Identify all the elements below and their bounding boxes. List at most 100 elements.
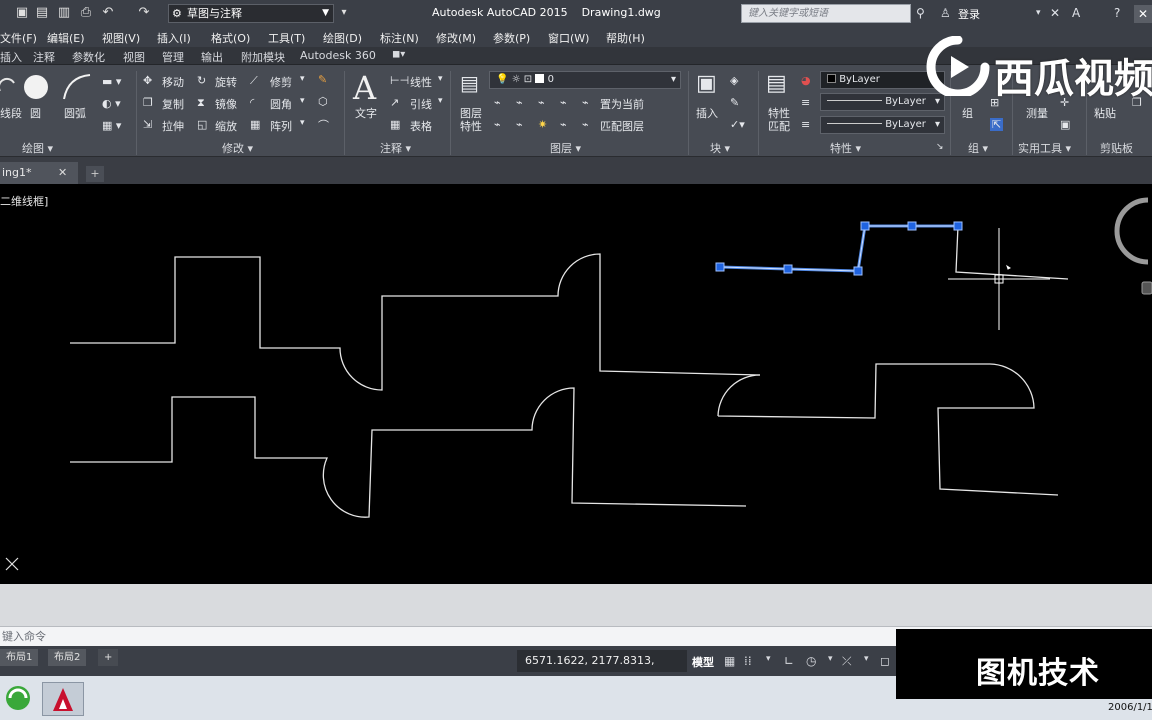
paste-label[interactable]: 粘贴 [1094, 105, 1116, 121]
chevron-down-icon[interactable]: ▾ [828, 654, 833, 664]
model-space-button[interactable]: 模型 [692, 654, 714, 670]
set-current-button[interactable]: 置为当前 [600, 96, 644, 112]
modify-rotate-button[interactable]: 旋转 [215, 74, 237, 90]
menu-dimension[interactable]: 标注(N) [380, 30, 419, 46]
menu-insert[interactable]: 插入(I) [157, 30, 191, 46]
polyline-icon[interactable] [0, 75, 18, 97]
measure-label[interactable]: 测量 [1026, 105, 1048, 121]
tab-layout1[interactable]: 布局1 [0, 649, 39, 666]
autodesk-a360-icon[interactable]: A [1072, 5, 1080, 21]
annotation-table-button[interactable]: 表格 [410, 118, 432, 134]
layer-freeze-icon[interactable]: ⌁ [538, 96, 545, 109]
menu-draw[interactable]: 绘图(D) [323, 30, 362, 46]
panel-title-block[interactable]: 块 ▾ [710, 140, 730, 156]
layer-dropdown[interactable]: 💡 ☼ ⊡ 0 ▾ [489, 71, 681, 89]
panel-title-modify[interactable]: 修改 ▾ [222, 140, 253, 156]
erase-icon[interactable]: ✎ [318, 73, 327, 86]
modify-fillet-button[interactable]: 圆角 [270, 96, 292, 112]
save-icon[interactable]: ▤ [34, 5, 50, 21]
panel-title-draw[interactable]: 绘图 ▾ [22, 140, 53, 156]
object-snap-icon[interactable]: ◻ [880, 654, 890, 668]
tab-view[interactable]: 视图 [123, 49, 145, 65]
modify-trim-button[interactable]: 修剪 [270, 74, 292, 90]
browser-icon[interactable] [4, 684, 32, 712]
layer-unisolate-icon[interactable]: ⌁ [516, 118, 523, 131]
layer-lock-icon[interactable]: ⌁ [560, 96, 567, 109]
annotation-linear-button[interactable]: 线性 [410, 74, 432, 90]
tab-parametric[interactable]: 参数化 [72, 49, 105, 65]
ortho-icon[interactable]: ∟ [784, 654, 794, 668]
workspace-dropdown[interactable]: ⚙ 草图与注释 ▼ [168, 4, 334, 23]
chevron-down-icon[interactable]: ▾ [438, 74, 443, 84]
polar-icon[interactable]: ◷ [806, 654, 816, 668]
chevron-down-icon[interactable]: ▾ [300, 74, 305, 84]
panel-title-groups[interactable]: 组 ▾ [968, 140, 988, 156]
selected-polyline[interactable] [715, 221, 963, 276]
menu-edit[interactable]: 编辑(E) [47, 30, 85, 46]
tab-drawing1[interactable]: ing1* ✕ [0, 162, 78, 184]
insert-block-icon[interactable]: ▣ [696, 71, 717, 96]
panel-title-annotation[interactable]: 注释 ▾ [380, 140, 411, 156]
drawing-canvas[interactable] [0, 184, 1152, 584]
tab-manage[interactable]: 管理 [162, 49, 184, 65]
grid-icon[interactable]: ▦ [724, 654, 735, 668]
modify-scale-button[interactable]: 缩放 [215, 118, 237, 134]
menu-tools[interactable]: 工具(T) [268, 30, 305, 46]
new-file-icon[interactable]: ▣ [14, 5, 30, 21]
panel-title-properties[interactable]: 特性 ▾ [830, 140, 861, 156]
tab-insert[interactable]: 插入 [0, 49, 22, 65]
customize-toolbar-icon[interactable]: ▾ [336, 5, 352, 21]
menu-format[interactable]: 格式(O) [211, 30, 250, 46]
menu-help[interactable]: 帮助(H) [606, 30, 645, 46]
edit-block-icon[interactable]: ✎ [730, 96, 739, 109]
window-close-button[interactable]: ✕ [1134, 5, 1152, 23]
panel-title-clipboard[interactable]: 剪贴板 [1100, 140, 1133, 156]
menu-file[interactable]: 文件(F) [0, 30, 37, 46]
menu-view[interactable]: 视图(V) [102, 30, 140, 46]
viewport-style-label[interactable]: 二维线框] [0, 193, 48, 209]
close-icon[interactable]: ✕ [58, 162, 67, 184]
print-icon[interactable]: ⎙ [78, 5, 94, 21]
text-icon[interactable]: A [353, 69, 376, 107]
calculator-icon[interactable]: ▣ [1060, 118, 1070, 131]
tab-output[interactable]: 输出 [201, 49, 223, 65]
tab-addins[interactable]: 附加模块 [241, 49, 285, 65]
region-icon[interactable]: ▦ ▾ [102, 119, 121, 132]
modify-array-button[interactable]: 阵列 [270, 118, 292, 134]
chevron-down-icon[interactable]: ▾ [300, 118, 305, 128]
search-input[interactable]: 键入关键字或短语 [741, 4, 911, 23]
block-attribute-icon[interactable]: ✓▾ [730, 118, 745, 131]
tab-layout2[interactable]: 布局2 [48, 649, 87, 666]
panel-title-utilities[interactable]: 实用工具 ▾ [1018, 140, 1071, 156]
coordinates-readout[interactable]: 6571.1622, 2177.8313, 0.0000 [517, 650, 687, 689]
modify-copy-button[interactable]: 复制 [162, 96, 184, 112]
circle-icon[interactable] [22, 73, 50, 101]
group-label[interactable]: 组 [962, 105, 973, 121]
match-layer-button[interactable]: 匹配图层 [600, 118, 644, 134]
create-block-icon[interactable]: ◈ [730, 74, 738, 87]
help-icon[interactable]: ? [1114, 5, 1120, 21]
layer-thaw-icon[interactable]: ✷ [538, 118, 547, 131]
panel-title-layers[interactable]: 图层 ▾ [550, 140, 581, 156]
tab-autodesk-360[interactable]: Autodesk 360 [300, 49, 376, 62]
chevron-down-icon[interactable]: ▾ [1036, 5, 1041, 21]
modify-move-button[interactable]: 移动 [162, 74, 184, 90]
menu-window[interactable]: 窗口(W) [548, 30, 589, 46]
object-snap-tracking-icon[interactable]: ⤫ [842, 654, 852, 669]
add-layout-button[interactable]: + [98, 649, 119, 666]
explode-icon[interactable]: ⬡ [318, 95, 328, 108]
rectangle-icon[interactable]: ▬ ▾ [102, 75, 121, 88]
redo-icon[interactable]: ↷ [136, 5, 152, 21]
snap-icon[interactable]: ⁞⁞ [744, 654, 752, 668]
layer-unlock-icon[interactable]: ⌁ [560, 118, 567, 131]
exchange-icon[interactable]: ✕ [1050, 5, 1060, 21]
menu-modify[interactable]: 修改(M) [436, 30, 476, 46]
ribbon-toggle-icon[interactable]: ◼▾ [392, 49, 405, 60]
panel-dialog-launcher-icon[interactable]: ↘ [936, 142, 944, 152]
binoculars-icon[interactable]: ⚲ [916, 5, 925, 21]
new-tab-button[interactable]: + [86, 166, 104, 182]
layer-on-icon[interactable]: ⌁ [494, 118, 501, 131]
chevron-down-icon[interactable]: ▾ [864, 654, 869, 664]
group-select-icon[interactable]: ⇱ [990, 118, 1004, 131]
chevron-down-icon[interactable]: ▾ [438, 96, 443, 106]
